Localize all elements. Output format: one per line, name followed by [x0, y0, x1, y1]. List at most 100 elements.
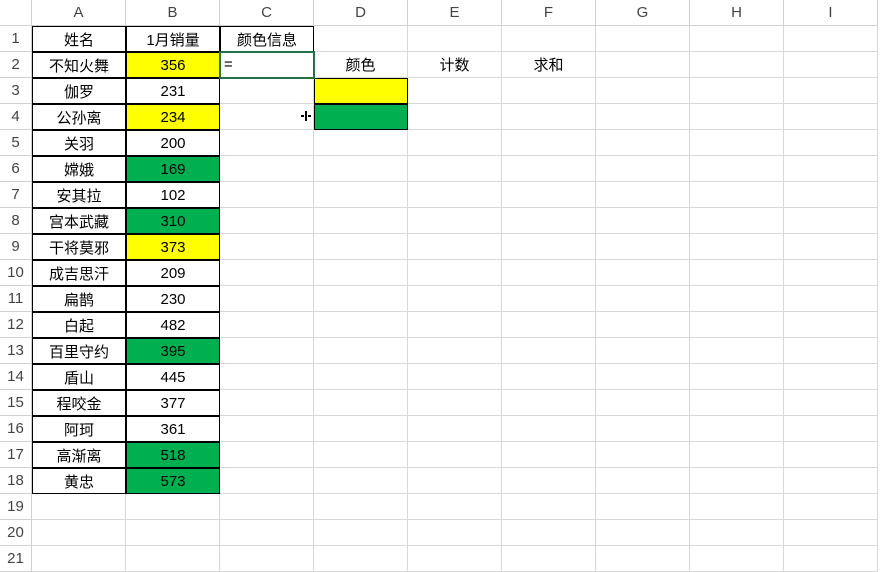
cell-E15[interactable]: [408, 390, 502, 416]
cell-I5[interactable]: [784, 130, 878, 156]
cell-C21[interactable]: [220, 546, 314, 572]
cell-F12[interactable]: [502, 312, 596, 338]
cell-B19[interactable]: [126, 494, 220, 520]
cell-D16[interactable]: [314, 416, 408, 442]
cell-F4[interactable]: [502, 104, 596, 130]
cell-H7[interactable]: [690, 182, 784, 208]
cell-I19[interactable]: [784, 494, 878, 520]
cell-D14[interactable]: [314, 364, 408, 390]
cell-G4[interactable]: [596, 104, 690, 130]
cell-A3[interactable]: 伽罗: [32, 78, 126, 104]
cell-A18[interactable]: 黄忠: [32, 468, 126, 494]
cell-H12[interactable]: [690, 312, 784, 338]
cell-B9[interactable]: 373: [126, 234, 220, 260]
cell-A12[interactable]: 白起: [32, 312, 126, 338]
cell-H20[interactable]: [690, 520, 784, 546]
cell-C7[interactable]: [220, 182, 314, 208]
cell-H14[interactable]: [690, 364, 784, 390]
cell-C12[interactable]: [220, 312, 314, 338]
cell-I16[interactable]: [784, 416, 878, 442]
cell-I8[interactable]: [784, 208, 878, 234]
cell-G20[interactable]: [596, 520, 690, 546]
col-header-G[interactable]: G: [596, 0, 690, 26]
cell-H19[interactable]: [690, 494, 784, 520]
cell-B21[interactable]: [126, 546, 220, 572]
cell-E20[interactable]: [408, 520, 502, 546]
cell-I13[interactable]: [784, 338, 878, 364]
cell-B12[interactable]: 482: [126, 312, 220, 338]
cell-I2[interactable]: [784, 52, 878, 78]
row-header-16[interactable]: 16: [0, 416, 32, 442]
cell-B11[interactable]: 230: [126, 286, 220, 312]
cell-D6[interactable]: [314, 156, 408, 182]
cell-E10[interactable]: [408, 260, 502, 286]
cell-E9[interactable]: [408, 234, 502, 260]
cell-H1[interactable]: [690, 26, 784, 52]
cell-B1[interactable]: 1月销量: [126, 26, 220, 52]
cell-A19[interactable]: [32, 494, 126, 520]
cell-I14[interactable]: [784, 364, 878, 390]
cell-G5[interactable]: [596, 130, 690, 156]
cell-B15[interactable]: 377: [126, 390, 220, 416]
cell-B20[interactable]: [126, 520, 220, 546]
cell-C13[interactable]: [220, 338, 314, 364]
col-header-A[interactable]: A: [32, 0, 126, 26]
cell-I20[interactable]: [784, 520, 878, 546]
cell-H8[interactable]: [690, 208, 784, 234]
col-header-H[interactable]: H: [690, 0, 784, 26]
row-header-1[interactable]: 1: [0, 26, 32, 52]
cell-C16[interactable]: [220, 416, 314, 442]
cell-H11[interactable]: [690, 286, 784, 312]
cell-A9[interactable]: 干将莫邪: [32, 234, 126, 260]
cell-H17[interactable]: [690, 442, 784, 468]
cell-F14[interactable]: [502, 364, 596, 390]
cell-C19[interactable]: [220, 494, 314, 520]
cell-H2[interactable]: [690, 52, 784, 78]
cell-E17[interactable]: [408, 442, 502, 468]
cell-G7[interactable]: [596, 182, 690, 208]
cell-B13[interactable]: 395: [126, 338, 220, 364]
col-header-F[interactable]: F: [502, 0, 596, 26]
cell-D11[interactable]: [314, 286, 408, 312]
cell-C17[interactable]: [220, 442, 314, 468]
cell-G8[interactable]: [596, 208, 690, 234]
cell-A7[interactable]: 安其拉: [32, 182, 126, 208]
cell-A14[interactable]: 盾山: [32, 364, 126, 390]
cell-A10[interactable]: 成吉思汗: [32, 260, 126, 286]
cell-D13[interactable]: [314, 338, 408, 364]
cell-E7[interactable]: [408, 182, 502, 208]
cell-B2[interactable]: 356: [126, 52, 220, 78]
cell-F17[interactable]: [502, 442, 596, 468]
row-header-8[interactable]: 8: [0, 208, 32, 234]
cell-E21[interactable]: [408, 546, 502, 572]
cell-G1[interactable]: [596, 26, 690, 52]
cell-F21[interactable]: [502, 546, 596, 572]
cell-E3[interactable]: [408, 78, 502, 104]
cell-H18[interactable]: [690, 468, 784, 494]
cell-H16[interactable]: [690, 416, 784, 442]
cell-C2[interactable]: =: [220, 52, 314, 78]
cell-B7[interactable]: 102: [126, 182, 220, 208]
cell-A2[interactable]: 不知火舞: [32, 52, 126, 78]
cell-C3[interactable]: [220, 78, 314, 104]
col-header-I[interactable]: I: [784, 0, 878, 26]
cell-D1[interactable]: [314, 26, 408, 52]
select-all-corner[interactable]: [0, 0, 32, 26]
cell-B10[interactable]: 209: [126, 260, 220, 286]
row-header-14[interactable]: 14: [0, 364, 32, 390]
cell-I3[interactable]: [784, 78, 878, 104]
cell-G12[interactable]: [596, 312, 690, 338]
cell-G19[interactable]: [596, 494, 690, 520]
cell-E14[interactable]: [408, 364, 502, 390]
cell-F6[interactable]: [502, 156, 596, 182]
cell-C11[interactable]: [220, 286, 314, 312]
cell-I11[interactable]: [784, 286, 878, 312]
cell-E1[interactable]: [408, 26, 502, 52]
cell-G6[interactable]: [596, 156, 690, 182]
cell-A4[interactable]: 公孙离: [32, 104, 126, 130]
cell-G14[interactable]: [596, 364, 690, 390]
row-header-19[interactable]: 19: [0, 494, 32, 520]
col-header-D[interactable]: D: [314, 0, 408, 26]
cell-F13[interactable]: [502, 338, 596, 364]
cell-A8[interactable]: 宫本武藏: [32, 208, 126, 234]
